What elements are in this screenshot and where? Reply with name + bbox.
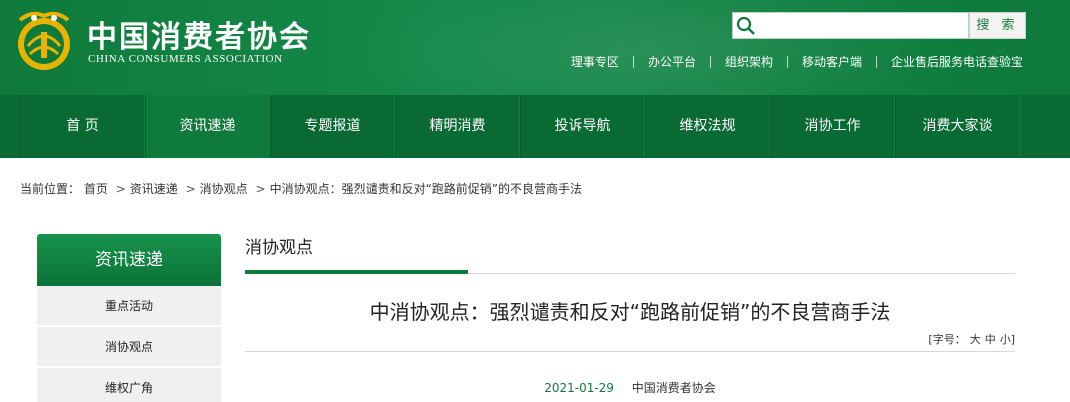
breadcrumb-viewpoints[interactable]: 消协观点: [200, 182, 248, 196]
search-field[interactable]: [732, 12, 969, 39]
article-source: 中国消费者协会: [631, 381, 716, 395]
nav-complaint-guide[interactable]: 投诉导航: [520, 95, 645, 158]
section-title: 消协观点: [245, 238, 313, 258]
toplink-mobile[interactable]: 移动客户端: [802, 53, 862, 70]
divider: [786, 55, 788, 68]
main-content: 消协观点 中消协观点：强烈谴责和反对“跑路前促销”的不良营商手法 [字号：大中小…: [245, 234, 1015, 396]
font-size-medium[interactable]: 中: [985, 333, 996, 346]
font-size-bracket-close: ]: [1010, 333, 1015, 346]
nav-consumer-forum[interactable]: 消费大家谈: [895, 95, 1020, 158]
article-title: 中消协观点：强烈谴责和反对“跑路前促销”的不良营商手法: [369, 300, 891, 324]
breadcrumb-news[interactable]: 资讯速递: [130, 182, 178, 196]
site-header: 中国消费者协会 CHINA CONSUMERS ASSOCIATION 搜 索 …: [0, 0, 1070, 95]
nav-rights-laws[interactable]: 维权法规: [645, 95, 770, 158]
top-links: 理事专区 办公平台 组织架构 移动客户端 企业售后服务电话查验宝: [571, 53, 1023, 70]
main-nav: 首 页 资讯速递 专题报道 精明消费 投诉导航 维权法规 消协工作 消费大家谈: [0, 95, 1070, 158]
font-size-small[interactable]: 小: [1000, 333, 1011, 346]
toplink-office[interactable]: 办公平台: [648, 53, 696, 70]
divider: [709, 55, 711, 68]
cca-emblem-icon[interactable]: [12, 6, 76, 76]
font-size-large[interactable]: 大: [970, 333, 981, 346]
breadcrumb-current: 中消协观点：强烈谴责和反对“跑路前促销”的不良营商手法: [269, 182, 582, 196]
toplink-council[interactable]: 理事专区: [571, 53, 619, 70]
article-date: 2021-01-29: [544, 381, 614, 395]
nav-home[interactable]: 首 页: [20, 95, 145, 158]
sidebar-title: 资讯速递: [37, 234, 221, 286]
nav-association-work[interactable]: 消协工作: [770, 95, 895, 158]
breadcrumb-prefix: 当前位置：: [20, 182, 81, 196]
divider: [632, 55, 634, 68]
breadcrumb-separator: >: [115, 182, 126, 196]
nav-news[interactable]: 资讯速递: [145, 95, 270, 158]
search-bar: 搜 索: [732, 12, 1026, 39]
search-icon: [736, 16, 755, 35]
site-name[interactable]: 中国消费者协会: [87, 12, 311, 56]
font-size-control: [字号：大中小]: [245, 331, 1015, 352]
breadcrumb-separator: >: [255, 182, 266, 196]
sidebar-item-viewpoints[interactable]: 消协观点: [37, 327, 221, 368]
nav-special-reports[interactable]: 专题报道: [270, 95, 395, 158]
sidebar: 资讯速递 重点活动 消协观点 维权广角: [37, 234, 221, 402]
section-underline: [245, 270, 1015, 274]
article-meta: 2021-01-29 中国消费者协会: [245, 379, 1015, 396]
sidebar-item-key-activities[interactable]: 重点活动: [37, 286, 221, 327]
toplink-service-phone[interactable]: 企业售后服务电话查验宝: [891, 53, 1023, 70]
sidebar-item-rights-wide-angle[interactable]: 维权广角: [37, 368, 221, 402]
divider: [875, 55, 877, 68]
breadcrumb-home[interactable]: 首页: [84, 182, 108, 196]
site-name-english: CHINA CONSUMERS ASSOCIATION: [88, 53, 283, 65]
nav-smart-consumption[interactable]: 精明消费: [395, 95, 520, 158]
font-size-label: 字号：: [932, 333, 966, 346]
breadcrumb-separator: >: [185, 182, 196, 196]
search-input[interactable]: [759, 15, 964, 36]
toplink-organization[interactable]: 组织架构: [725, 53, 773, 70]
breadcrumb: 当前位置： 首页 > 资讯速递 > 消协观点 > 中消协观点：强烈谴责和反对“跑路前促…: [20, 180, 582, 197]
search-button[interactable]: 搜 索: [969, 12, 1026, 39]
